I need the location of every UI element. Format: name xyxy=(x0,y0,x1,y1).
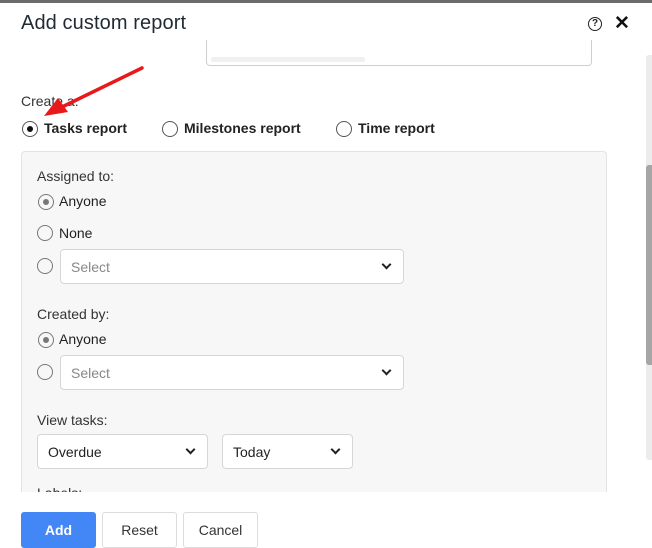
chevron-down-icon xyxy=(330,444,341,455)
window-top-border xyxy=(0,0,652,3)
assigned-to-select[interactable]: Select xyxy=(60,249,404,284)
assigned-to-label: Assigned to: xyxy=(37,168,115,184)
chevron-down-icon xyxy=(381,365,392,376)
report-name-input[interactable] xyxy=(206,40,592,66)
radio-time-report-label[interactable]: Time report xyxy=(358,120,435,136)
chevron-down-icon xyxy=(381,259,392,270)
radio-created-select[interactable] xyxy=(37,364,53,380)
add-button[interactable]: Add xyxy=(21,512,96,548)
reset-button[interactable]: Reset xyxy=(102,512,177,548)
view-tasks-status-value: Overdue xyxy=(48,444,102,460)
assigned-to-select-value: Select xyxy=(71,259,110,275)
created-by-label: Created by: xyxy=(37,306,110,322)
view-tasks-date-value: Today xyxy=(233,444,271,460)
radio-assigned-anyone-label[interactable]: Anyone xyxy=(59,193,106,209)
dialog-title: Add custom report xyxy=(21,12,187,34)
radio-tasks-report[interactable] xyxy=(22,121,38,137)
radio-created-anyone-label[interactable]: Anyone xyxy=(59,331,106,347)
radio-assigned-select[interactable] xyxy=(37,258,53,274)
radio-milestones-report[interactable] xyxy=(162,121,178,137)
tasks-filter-panel: Assigned to: Anyone None Select Created … xyxy=(21,151,607,492)
labels-label: Labels: xyxy=(37,485,82,492)
radio-tasks-report-label[interactable]: Tasks report xyxy=(44,120,127,136)
radio-assigned-anyone[interactable] xyxy=(38,194,54,210)
radio-assigned-none-label[interactable]: None xyxy=(59,225,92,241)
created-by-select-value: Select xyxy=(71,365,110,381)
radio-time-report[interactable] xyxy=(336,121,352,137)
radio-assigned-none[interactable] xyxy=(37,225,53,241)
chevron-down-icon xyxy=(185,444,196,455)
help-icon[interactable]: ? xyxy=(588,17,602,31)
created-by-select[interactable]: Select xyxy=(60,355,404,390)
cancel-button[interactable]: Cancel xyxy=(183,512,258,548)
close-icon[interactable]: ✕ xyxy=(614,14,630,34)
view-tasks-date-select[interactable]: Today xyxy=(222,434,353,469)
scrollbar-thumb[interactable] xyxy=(646,165,652,365)
view-tasks-status-select[interactable]: Overdue xyxy=(37,434,208,469)
input-content-placeholder xyxy=(211,57,365,62)
radio-milestones-report-label[interactable]: Milestones report xyxy=(184,120,301,136)
radio-created-anyone[interactable] xyxy=(38,332,54,348)
view-tasks-label: View tasks: xyxy=(37,412,108,428)
create-label: Create a: xyxy=(21,93,79,109)
